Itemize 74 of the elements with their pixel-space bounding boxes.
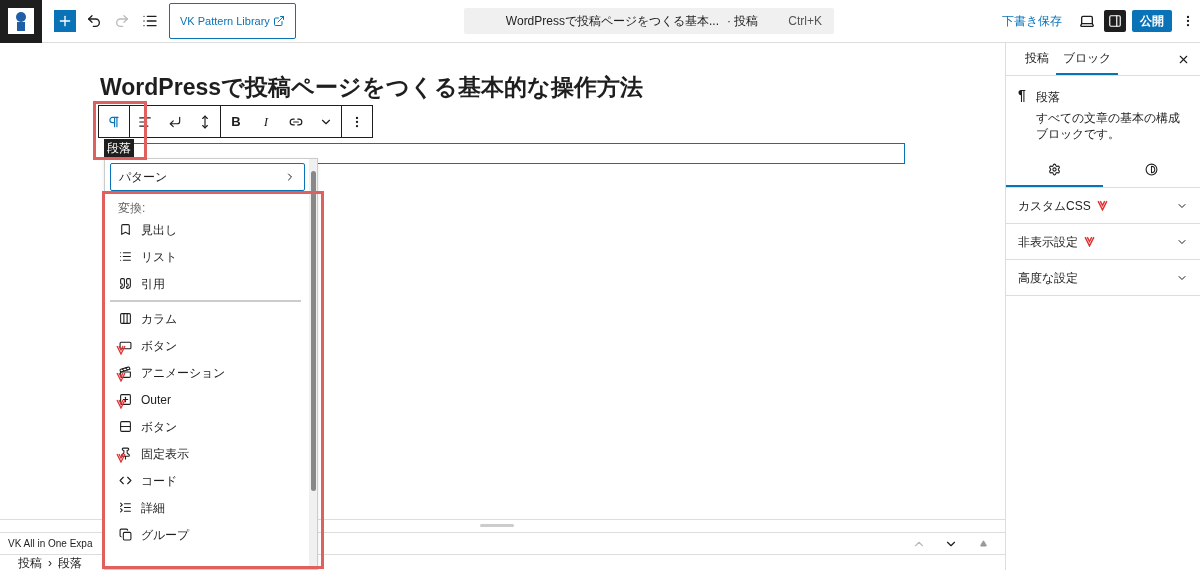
site-logo[interactable] [0,0,42,43]
sidebar-tab[interactable]: 投稿 [1018,43,1056,75]
command-bar[interactable]: WordPressで投稿ページをつくる基本... · 投稿 Ctrl+K [463,8,834,34]
toggle-icon[interactable] [980,540,987,547]
menu-item-label: グループ [141,526,189,544]
pattern-library-button[interactable]: VK Pattern Library [169,3,296,39]
pilcrow-icon [107,114,121,129]
plugin-badge-icon [116,453,126,463]
transform-menu-item[interactable]: 引用 [110,270,309,297]
save-draft-link[interactable]: 下書き保存 [1002,12,1062,30]
meta-box-title[interactable]: VK All in One Expa [8,536,93,551]
panel-title: カスタムCSS [1018,197,1091,215]
panel-title: 非表示設定 [1018,233,1078,251]
command-bar-title: WordPressで投稿ページをつくる基本... [505,13,719,30]
menu-item-label: Outer [141,391,171,409]
align-icon [138,114,152,129]
post-title[interactable]: WordPressで投稿ページをつくる基本的な操作方法 [100,71,643,103]
undo-icon[interactable] [86,13,102,29]
settings-icon [1048,163,1061,176]
scrollbar[interactable] [309,159,317,569]
menu-item-label: 引用 [141,275,165,293]
shortcut-hint: Ctrl+K [788,13,822,30]
panel-header[interactable]: カスタムCSS [1006,188,1200,224]
menu-item-label: カラム [141,310,177,328]
plugin-badge-icon [116,345,126,355]
block-name: 段落 [1035,89,1061,106]
transform-menu-item[interactable]: Outer [110,386,309,413]
external-link-icon [272,15,285,27]
transform-menu-item[interactable]: 詳細 [110,494,309,521]
resize-handle[interactable] [480,524,514,527]
transform-menu-item[interactable]: ボタン [110,332,309,359]
plugin-badge-icon [116,372,126,382]
command-bar-type: · 投稿 [727,13,759,30]
transform-menu-item[interactable]: ボタン [110,413,309,440]
transform-menu-item[interactable]: グループ [110,521,309,548]
transform-menu-item[interactable]: カラム [110,305,309,332]
contrast-icon [1145,163,1158,176]
return-arrow-icon [168,114,182,129]
add-block-button[interactable] [54,10,76,32]
panel-header[interactable]: 高度な設定 [1006,260,1200,296]
transform-menu-item[interactable]: 見出し [110,216,309,243]
menu-item-label: アニメーション [141,364,225,382]
patterns-menu-item[interactable]: パターン [110,163,305,191]
section-label: 変換: [118,200,147,214]
tooltip: 段落 [104,139,134,157]
breadcrumb-link[interactable]: 投稿 [18,553,42,570]
breadcrumb-link[interactable]: 段落 [58,553,82,570]
panel-title: 高度な設定 [1018,269,1078,287]
menu-item-label: 詳細 [141,499,165,517]
block-type-icon: ¶ [1018,88,1026,142]
panel-header[interactable]: 非表示設定 [1006,224,1200,260]
transform-menu-item[interactable]: アニメーション [110,359,309,386]
laptop-icon[interactable] [1079,13,1095,29]
block-description: すべての文章の基本の構成ブロックです。 [1035,110,1181,142]
panel-icon [1108,14,1122,28]
highlight-frame [93,101,147,160]
publish-button[interactable]: 公開 [1132,10,1172,32]
menu-item-label: ボタン [141,418,177,436]
settings-toggle-button[interactable] [1104,10,1126,32]
menu-item-label: コード [141,472,177,490]
transform-menu-item[interactable]: リスト [110,243,309,270]
menu-item-label: ボタン [141,337,177,355]
menu-item-label: リスト [141,248,177,266]
sidebar-tab[interactable]: ブロック [1056,43,1118,75]
plus-icon [57,13,73,29]
breadcrumb-separator: › [48,554,52,570]
transform-menu-item[interactable]: コード [110,467,309,494]
list-view-icon[interactable] [142,13,158,29]
transform-menu-item[interactable]: 固定表示 [110,440,309,467]
plugin-badge-icon [116,399,126,409]
italic-button[interactable]: I [251,106,281,137]
menu-item-label: 固定表示 [141,445,189,463]
menu-item-label: 見出し [141,221,177,239]
bold-button[interactable]: B [221,106,251,137]
